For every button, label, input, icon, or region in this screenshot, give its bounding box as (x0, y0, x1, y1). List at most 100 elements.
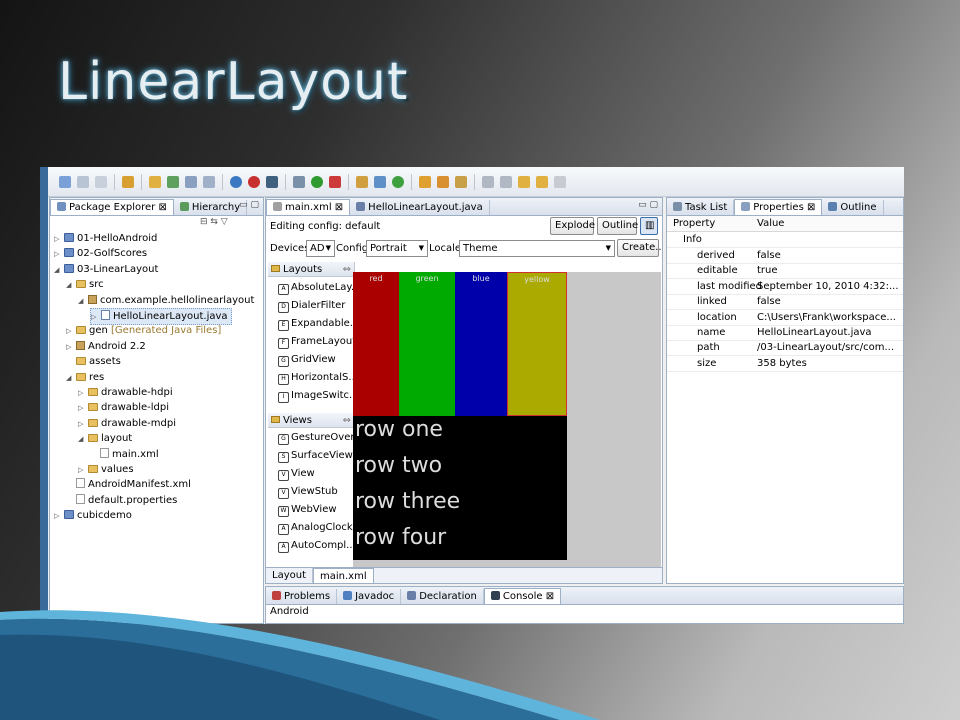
expand-toggle-icon[interactable]: ▷ (54, 247, 64, 262)
expand-toggle-icon[interactable]: ▷ (54, 509, 64, 524)
palette-item[interactable]: F FrameLayout (278, 334, 356, 350)
tree-item[interactable]: main.xml (90, 447, 159, 462)
debug-icon[interactable] (122, 175, 134, 188)
property-row[interactable]: derived false (667, 248, 903, 264)
expand-toggle-icon[interactable]: ▷ (78, 401, 88, 416)
new-icon[interactable] (59, 175, 71, 188)
tab-main-xml[interactable]: main.xml ⊠ (266, 199, 351, 215)
new-file-icon[interactable] (203, 175, 215, 188)
explode-button[interactable]: Explode (550, 217, 595, 235)
tab-outline[interactable]: Outline (822, 200, 884, 215)
palette-item[interactable]: E Expandable... (278, 316, 359, 332)
property-row[interactable]: editable true (667, 263, 903, 280)
expand-toggle-icon[interactable]: ◢ (78, 432, 88, 447)
color-column-red[interactable]: red (353, 272, 399, 416)
tree-item[interactable]: ▷ values (78, 462, 134, 477)
expand-toggle-icon[interactable]: ◢ (66, 371, 76, 386)
palette-views-header[interactable]: Views ⇔ (268, 413, 354, 428)
palette-item[interactable]: V ViewStub (278, 484, 338, 500)
create-button[interactable]: Create... (617, 239, 662, 257)
property-row[interactable]: location C:\Users\Frank\workspace... (667, 310, 903, 326)
color-column-green[interactable]: green (399, 272, 455, 416)
property-row[interactable]: size 358 bytes (667, 356, 903, 372)
color-column-blue[interactable]: blue (455, 272, 507, 416)
layout-canvas[interactable]: red green blue yellow row one row two row thr… (353, 272, 661, 583)
expand-toggle-icon[interactable]: ◢ (78, 294, 88, 309)
open-type-icon[interactable] (149, 175, 161, 188)
pen-icon[interactable] (437, 175, 449, 188)
tree-item[interactable]: ▷ 01-HelloAndroid (54, 231, 157, 246)
new-class-icon[interactable] (185, 175, 197, 188)
expand-toggle-icon[interactable]: ▷ (54, 232, 64, 247)
print-icon[interactable] (95, 175, 107, 188)
back-arrow-icon[interactable] (536, 175, 548, 188)
tab-package-explorer[interactable]: Package Explorer ⊠ (50, 199, 174, 215)
external-tools-icon[interactable] (329, 175, 341, 188)
text-row[interactable]: row four (355, 524, 446, 552)
minimize-icon[interactable]: ▭ ▢ (239, 200, 259, 210)
expand-toggle-icon[interactable]: ▷ (78, 386, 88, 401)
tree-item[interactable]: ◢ 03-LinearLayout (54, 262, 158, 277)
save-icon[interactable] (77, 175, 89, 188)
android-device-icon[interactable] (248, 175, 260, 188)
tree-item[interactable]: ◢ com.example.hellolinearlayout (78, 293, 254, 308)
tree-item[interactable]: ▷ drawable-ldpi (78, 400, 169, 415)
property-column-header[interactable]: Property (673, 216, 715, 231)
palette-item[interactable]: H HorizontalS... (278, 370, 358, 386)
preview-toggle-icon[interactable]: ▥ (640, 217, 658, 235)
text-row[interactable]: row two (355, 452, 442, 480)
property-row[interactable]: linked false (667, 294, 903, 311)
open-folder-icon[interactable] (419, 175, 431, 188)
properties-group-info[interactable]: Info (667, 232, 903, 248)
expand-toggle-icon[interactable]: ▷ (66, 324, 76, 339)
text-row[interactable]: row one (355, 416, 443, 444)
expand-toggle-icon[interactable]: ▷ (66, 340, 76, 355)
tab-task-list[interactable]: Task List (667, 200, 735, 215)
tree-item[interactable]: ▷ Android 2.2 (66, 339, 146, 354)
forward-icon[interactable] (554, 175, 566, 188)
config-select[interactable]: Portrait ▼ (366, 240, 428, 257)
tree-item[interactable]: ▷ 02-GolfScores (54, 246, 147, 261)
tab-hierarchy[interactable]: Hierarchy (174, 200, 248, 215)
theme-select[interactable]: Theme ▼ (459, 240, 615, 257)
tree-item[interactable]: default.properties (66, 493, 177, 508)
devices-select[interactable]: AD ▼ (306, 240, 335, 257)
tree-item[interactable]: ◢ src (66, 277, 104, 292)
palette-item[interactable]: I ImageSwitc... (278, 388, 359, 404)
back-icon[interactable] (518, 175, 530, 188)
tree-item[interactable]: ▷ gen [Generated Java Files] (66, 323, 221, 338)
new-interface-icon[interactable] (374, 175, 386, 188)
outline-button[interactable]: Outline (597, 217, 638, 235)
palette-layouts-header[interactable]: Layouts ⇔ (268, 262, 354, 277)
android-sdk-icon[interactable] (266, 175, 278, 188)
palette-item[interactable]: S SurfaceView (278, 448, 353, 464)
palette-item[interactable]: G GridView (278, 352, 336, 368)
new-java-icon[interactable] (167, 175, 179, 188)
palette-item[interactable]: A AnalogClock (278, 520, 353, 536)
next-annotation-icon[interactable] (482, 175, 494, 188)
palette-item[interactable]: V View (278, 466, 315, 482)
tree-item[interactable]: ◢ res (66, 370, 104, 385)
palette-item[interactable]: A AbsoluteLay... (278, 280, 360, 296)
explorer-toolbar-icons[interactable]: ⊟ ⇆ ▽ (200, 217, 228, 227)
color-column-yellow[interactable]: yellow (507, 272, 567, 416)
marker-icon[interactable] (455, 175, 467, 188)
new-package-icon[interactable] (356, 175, 368, 188)
tab-hellolinearlayout-java[interactable]: HelloLinearLayout.java (350, 200, 490, 215)
palette-item[interactable]: G GestureOver... (278, 430, 363, 446)
text-row[interactable]: row three (355, 488, 460, 516)
tree-item[interactable]: ▷ drawable-mdpi (78, 416, 176, 431)
palette-item[interactable]: D DialerFilter (278, 298, 345, 314)
settings-icon[interactable] (293, 175, 305, 188)
expand-toggle-icon[interactable]: ◢ (54, 263, 64, 278)
tree-item[interactable]: ▷ cubicdemo (54, 508, 132, 523)
tree-item[interactable]: ▷ drawable-hdpi (78, 385, 173, 400)
tree-item[interactable]: ◢ layout (78, 431, 132, 446)
palette-item[interactable]: W WebView (278, 502, 337, 518)
tree-item[interactable]: AndroidManifest.xml (66, 477, 191, 492)
tree-item[interactable]: assets (66, 354, 121, 369)
expand-toggle-icon[interactable]: ▷ (78, 463, 88, 478)
run-icon[interactable] (311, 175, 323, 188)
property-row[interactable]: name HelloLinearLayout.java (667, 325, 903, 341)
prev-annotation-icon[interactable] (500, 175, 512, 188)
